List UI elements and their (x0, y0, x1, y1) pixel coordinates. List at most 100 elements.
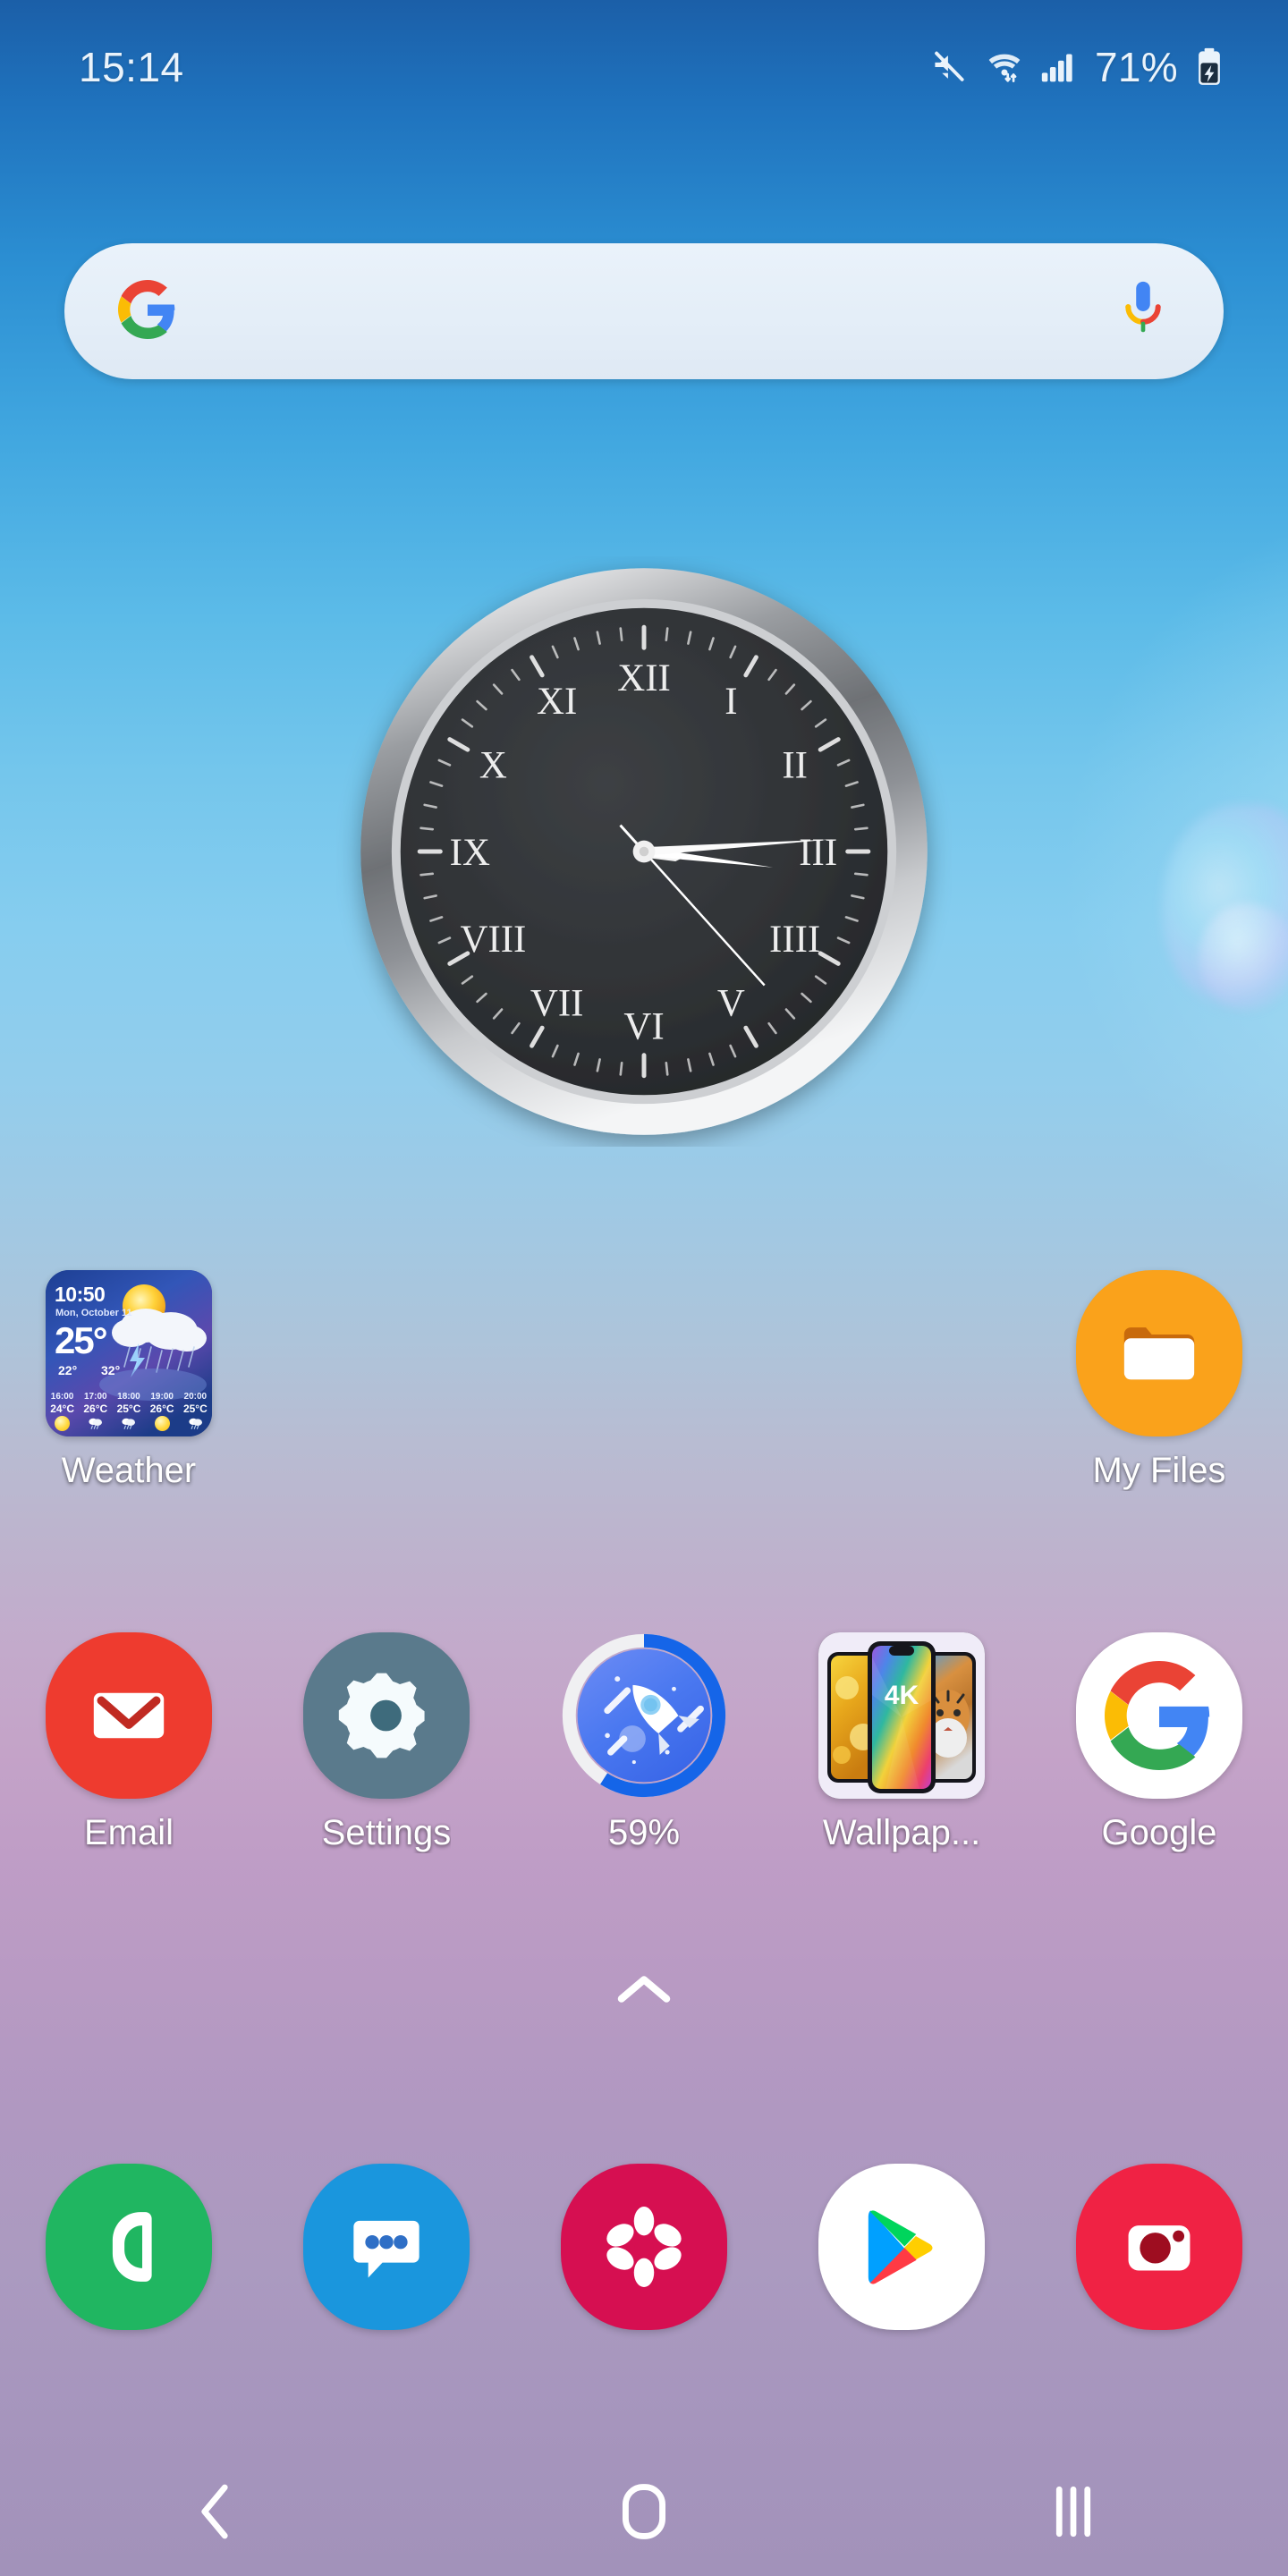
home-screen: 15:14 71% XII I II III IIII V VI VII VII… (0, 0, 1288, 2576)
dock-play-store[interactable] (773, 2157, 1030, 2336)
weather-hour-temp: 25°C (182, 1402, 208, 1415)
dock-gallery[interactable] (515, 2157, 773, 2336)
weather-hour-temp: 25°C (116, 1402, 141, 1415)
wallpapers-icon: 4K (818, 1632, 985, 1799)
app-label-wallpapers: Wallpap... (822, 1813, 981, 1852)
weather-hour-label: 17:00 (83, 1392, 107, 1402)
weather-hour-cell: 20:00 25°C (183, 1392, 208, 1431)
weather-hourly-forecast: 16:00 24°C 17:00 26°C 18:00 25°C 19:00 26°C 20:0… (46, 1392, 212, 1431)
battery-charging-icon (1195, 47, 1224, 88)
clock-numeral: VII (530, 982, 584, 1024)
wallpapers-4k-label: 4K (885, 1681, 919, 1710)
dock-camera[interactable] (1030, 2157, 1288, 2336)
weather-date: Mon, October 11 (55, 1308, 132, 1318)
camera-icon (1076, 2164, 1242, 2330)
sun-icon (55, 1416, 71, 1431)
home-app-row-2: Email Settings 59% 4K Wallpap... Google (0, 1632, 1288, 1883)
weather-hour-label: 20:00 (183, 1392, 208, 1402)
app-email[interactable]: Email (0, 1632, 258, 1883)
status-bar-clock: 15:14 (79, 44, 184, 90)
folder-icon (1076, 1270, 1242, 1436)
app-slot-empty-3 (773, 1270, 1030, 1521)
app-weather[interactable]: 10:50 Mon, October 11 25° 22° 32° 16:00 2… (0, 1270, 258, 1521)
clock-face: XIIIIIIIIIIIIVVIVIIVIIIIXXXI (360, 568, 928, 1135)
app-label-weather: Weather (61, 1451, 197, 1490)
back-chevron-icon[interactable] (190, 2479, 240, 2548)
google-search-bar[interactable] (64, 243, 1224, 379)
rocket-booster-icon (561, 1632, 727, 1799)
clock-numeral: IIII (769, 919, 820, 961)
status-bar-icons: 71% (929, 43, 1224, 91)
home-app-row-1: 10:50 Mon, October 11 25° 22° 32° 16:00 2… (0, 1270, 1288, 1521)
rain-cloud-icon (120, 1416, 137, 1429)
weather-low: 22° (58, 1363, 78, 1377)
email-icon-box[interactable] (46, 1632, 212, 1799)
wallpapers-icon-box[interactable]: 4K (818, 1632, 985, 1799)
flower-icon (561, 2164, 727, 2330)
play-store-icon (818, 2164, 985, 2330)
app-wallpapers[interactable]: 4K Wallpap... (773, 1632, 1030, 1883)
status-bar: 15:14 71% (0, 0, 1288, 134)
settings-icon-box[interactable] (303, 1632, 470, 1799)
recents-icon[interactable] (1048, 2479, 1098, 2548)
nav-back-button[interactable] (0, 2479, 429, 2548)
my-files-icon-box[interactable] (1076, 1270, 1242, 1436)
clock-numeral: IX (450, 832, 490, 874)
weather-time: 10:50 (55, 1283, 106, 1306)
app-slot-empty-2 (515, 1270, 773, 1521)
weather-hour-temp: 26°C (83, 1402, 108, 1415)
google-g-icon (1076, 1632, 1242, 1799)
clock-numeral: III (799, 832, 837, 874)
app-drawer-indicator[interactable] (608, 1963, 680, 2017)
app-settings[interactable]: Settings (258, 1632, 515, 1883)
wallpaper-bubble-decoration-small (1199, 903, 1288, 1011)
clock-numeral: I (724, 681, 737, 723)
clock-numeral: X (479, 745, 507, 787)
signal-icon (1040, 47, 1076, 87)
clock-numeral: II (782, 745, 808, 787)
google-g-icon (118, 279, 177, 343)
message-bubble-icon (303, 2164, 470, 2330)
app-google[interactable]: Google (1030, 1632, 1288, 1883)
weather-hour-temp: 24°C (50, 1402, 74, 1415)
nav-home-button[interactable] (429, 2479, 859, 2549)
search-input[interactable] (177, 243, 1118, 379)
app-booster[interactable]: 59% (515, 1632, 773, 1883)
app-label-settings: Settings (321, 1813, 452, 1852)
google-icon-box[interactable] (1076, 1632, 1242, 1799)
envelope-icon (46, 1632, 212, 1799)
clock-numeral: VIII (460, 919, 526, 961)
analog-clock-widget[interactable]: XII I II III IIII V VI VII VIII IX X XI (322, 547, 966, 1156)
rain-cloud-icon (87, 1416, 104, 1429)
app-label-google: Google (1101, 1813, 1217, 1852)
nav-recents-button[interactable] (859, 2479, 1288, 2548)
weather-widget-icon: 10:50 Mon, October 11 25° 22° 32° 16:00 2… (46, 1270, 212, 1436)
app-my-files[interactable]: My Files (1030, 1270, 1288, 1521)
chevron-up-icon[interactable] (616, 1970, 672, 2011)
weather-hour-label: 18:00 (117, 1392, 140, 1402)
home-icon[interactable] (615, 2479, 673, 2549)
app-label-my-files: My Files (1092, 1451, 1226, 1490)
mute-icon (929, 47, 969, 87)
weather-hour-cell: 19:00 26°C (150, 1392, 174, 1431)
weather-hour-cell: 18:00 25°C (116, 1392, 141, 1431)
app-label-email: Email (83, 1813, 174, 1852)
weather-hour-temp: 26°C (149, 1402, 174, 1415)
navigation-bar (0, 2451, 1288, 2576)
gear-icon (303, 1632, 470, 1799)
weather-high: 32° (101, 1363, 121, 1377)
dock-messages[interactable] (258, 2157, 515, 2336)
dock-phone[interactable] (0, 2157, 258, 2336)
weather-hour-cell: 17:00 26°C (83, 1392, 107, 1431)
weather-hour-label: 16:00 (50, 1392, 74, 1402)
clock-numeral: V (717, 982, 745, 1024)
weather-temperature: 25° (55, 1319, 107, 1361)
rain-cloud-icon (187, 1416, 204, 1429)
microphone-icon[interactable] (1118, 278, 1168, 345)
app-slot-empty-1 (258, 1270, 515, 1521)
clock-numeral: VI (623, 1006, 664, 1048)
clock-numeral: XII (617, 657, 671, 699)
weather-icon-box[interactable]: 10:50 Mon, October 11 25° 22° 32° 16:00 2… (46, 1270, 212, 1436)
booster-icon-box[interactable] (561, 1632, 727, 1799)
phone-icon (46, 2164, 212, 2330)
